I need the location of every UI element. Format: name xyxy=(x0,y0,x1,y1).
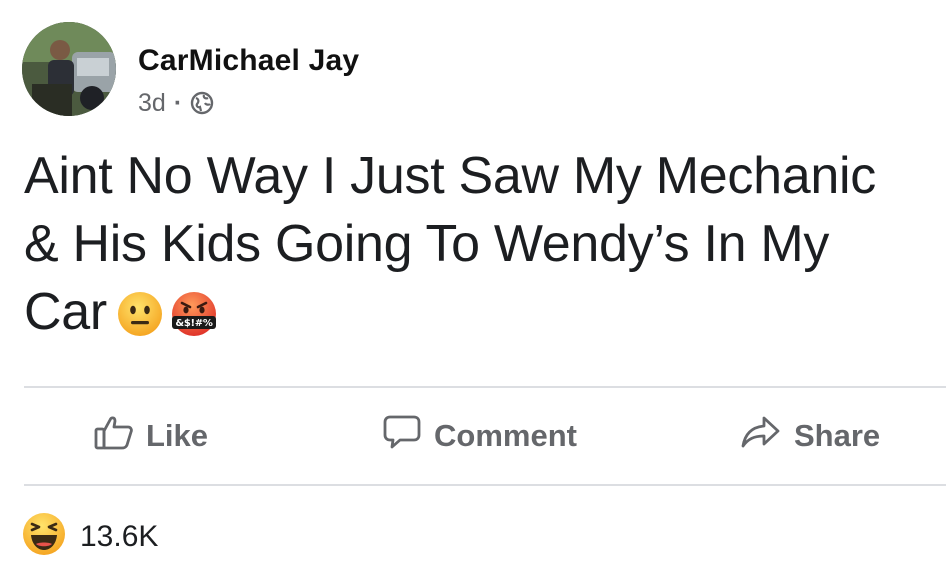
post-text: Aint No Way I Just Saw My Mechanic & His… xyxy=(24,142,934,354)
reaction-summary[interactable]: 13.6K xyxy=(22,512,158,561)
meta-separator: · xyxy=(173,89,183,117)
share-label: Share xyxy=(794,418,881,453)
comment-button[interactable]: Comment xyxy=(382,388,577,484)
post-header: CarMichael Jay 3d · xyxy=(22,22,359,118)
divider-bottom xyxy=(24,484,946,486)
like-button[interactable]: Like xyxy=(94,388,208,484)
post-text-line: Car xyxy=(24,283,107,341)
reaction-count: 13.6K xyxy=(80,519,159,553)
facebook-post: CarMichael Jay 3d · Aint No Way I Just S… xyxy=(0,0,946,578)
share-button[interactable]: Share xyxy=(740,388,880,484)
author-name[interactable]: CarMichael Jay xyxy=(138,44,359,78)
comment-label: Comment xyxy=(434,418,577,453)
avatar[interactable] xyxy=(22,22,116,116)
post-time[interactable]: 3d xyxy=(138,88,166,118)
neutral-face-emoji xyxy=(117,286,163,354)
thumbs-up-icon xyxy=(94,414,146,458)
post-meta: 3d · xyxy=(138,88,359,118)
post-text-line: Aint No Way I Just Saw My Mechanic xyxy=(24,147,876,205)
cursing-face-emoji: &$!#% xyxy=(169,286,219,354)
like-label: Like xyxy=(146,418,209,453)
comment-icon xyxy=(382,413,434,459)
action-bar: Like Comment Share xyxy=(0,388,946,484)
post-text-line: & His Kids Going To Wendy’s In My xyxy=(24,215,830,273)
laughing-reaction-icon xyxy=(22,512,66,561)
author-block: CarMichael Jay 3d · xyxy=(138,44,359,118)
cursing-symbols: &$!#% xyxy=(175,318,212,329)
globe-icon xyxy=(190,91,214,115)
post-text-line-last: Car &$!#% xyxy=(24,278,934,354)
share-arrow-icon xyxy=(740,414,794,458)
